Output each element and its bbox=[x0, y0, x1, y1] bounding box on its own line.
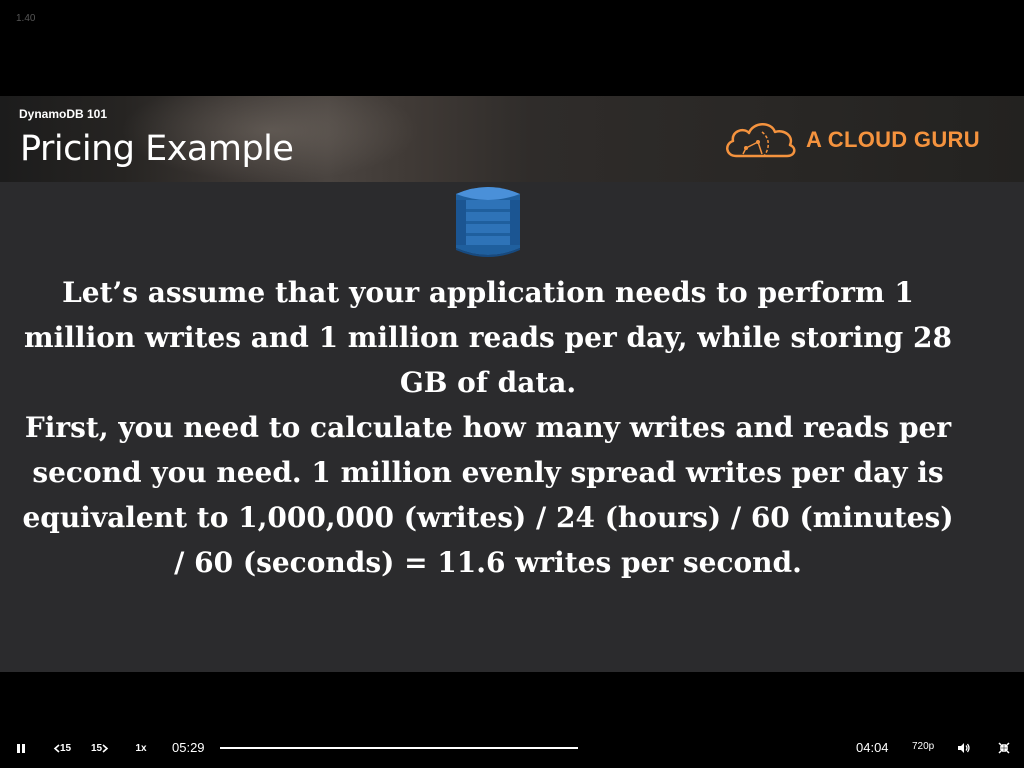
volume-icon bbox=[958, 743, 970, 753]
exit-fullscreen-icon bbox=[998, 742, 1010, 754]
slide-title: Pricing Example bbox=[20, 129, 294, 169]
pause-icon bbox=[17, 743, 20, 753]
slide-header: DynamoDB 101 Pricing Example A CLOUD GUR… bbox=[0, 96, 1024, 182]
rewind-label: 15 bbox=[59, 742, 72, 754]
pause-button[interactable] bbox=[14, 736, 28, 760]
brand-logo: A CLOUD GURU bbox=[722, 118, 1002, 162]
rewind-icon bbox=[53, 743, 60, 753]
course-label: DynamoDB 101 bbox=[19, 107, 108, 121]
progress-bar[interactable] bbox=[220, 747, 578, 749]
volume-button[interactable] bbox=[956, 736, 972, 760]
forward-label: 15 bbox=[90, 742, 103, 754]
dynamodb-icon bbox=[456, 187, 520, 257]
forward-icon bbox=[102, 743, 109, 753]
elapsed-time: 05:29 bbox=[172, 740, 205, 755]
slide: DynamoDB 101 Pricing Example A CLOUD GUR… bbox=[0, 96, 1024, 672]
cloud-logo-icon bbox=[726, 123, 796, 158]
video-player: 1.40 DynamoDB 101 Pricing Example A CLOU… bbox=[0, 0, 1024, 768]
rewind-15-button[interactable]: 15 bbox=[50, 736, 74, 760]
remaining-time: 04:04 bbox=[856, 740, 889, 755]
player-controls: 15 15 1x 05:29 04:04 720p bbox=[0, 736, 1024, 760]
paragraph: Let’s assume that your application needs… bbox=[24, 276, 952, 399]
slide-body: Let’s assume that your application needs… bbox=[20, 270, 956, 585]
quality-button[interactable]: 720p bbox=[912, 741, 934, 752]
forward-15-button[interactable]: 15 bbox=[88, 736, 112, 760]
version-label: 1.40 bbox=[16, 13, 36, 24]
brand-name: A CLOUD GURU bbox=[806, 127, 980, 152]
playback-speed-button[interactable]: 1x bbox=[133, 736, 149, 760]
exit-fullscreen-button[interactable] bbox=[996, 736, 1012, 760]
paragraph: First, you need to calculate how many wr… bbox=[22, 411, 954, 579]
